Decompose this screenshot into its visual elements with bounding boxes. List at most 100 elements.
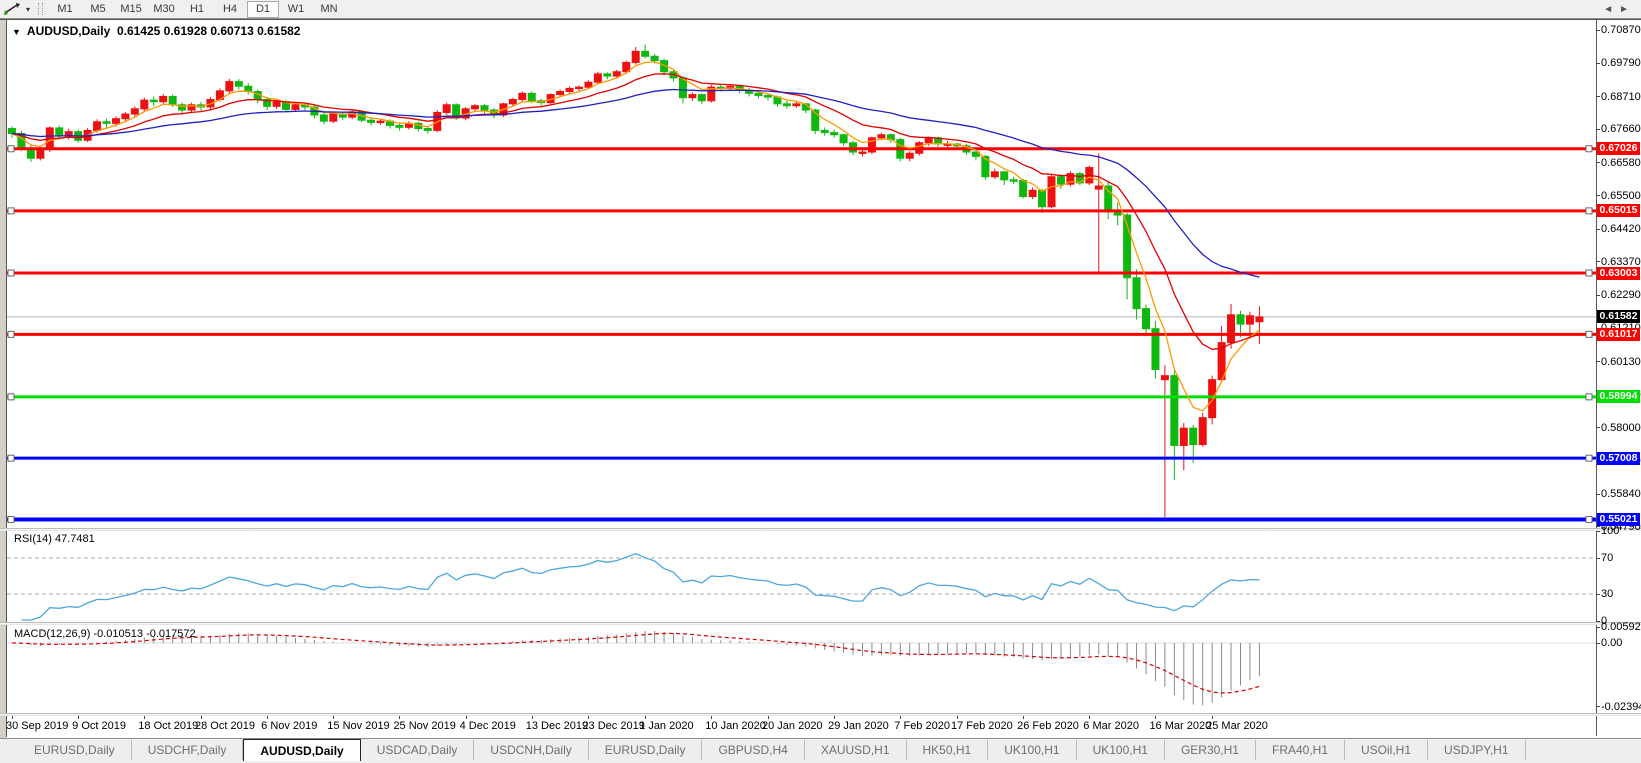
line-handle	[1586, 146, 1592, 152]
candle-body	[594, 74, 601, 82]
candle-body	[481, 106, 488, 110]
date-tick	[1212, 716, 1213, 719]
line-handle	[8, 394, 14, 400]
candle-body	[330, 114, 337, 121]
date-axis-label: 13 Dec 2019	[526, 720, 588, 732]
date-tick	[267, 716, 268, 719]
candle-body	[122, 114, 129, 119]
candle-body	[368, 120, 375, 122]
candle-body	[1133, 278, 1140, 309]
candle-body	[9, 129, 16, 134]
candle-body	[632, 51, 639, 62]
date-tick	[1023, 716, 1024, 719]
candle-body	[604, 74, 611, 76]
symbol-tab-eurusd-daily[interactable]: EURUSD,Daily	[589, 740, 703, 760]
date-tick	[834, 716, 835, 719]
symbol-tab-uk100-h1[interactable]: UK100,H1	[988, 740, 1076, 760]
rsi-label: RSI(14) 47.7481	[14, 533, 95, 545]
level-price-badge: 0.58994	[1597, 390, 1640, 403]
macd-axis-label: -0.023944	[1601, 701, 1641, 713]
price-tick	[1596, 162, 1600, 163]
rsi-tick	[1596, 558, 1600, 559]
candle-body	[94, 122, 101, 131]
symbol-tab-xauusd-h1[interactable]: XAUUSD,H1	[805, 740, 907, 760]
price-axis-label: 0.58000	[1601, 422, 1641, 434]
candle-body	[528, 93, 535, 100]
candle-body	[1190, 428, 1197, 444]
date-axis-label: 4 Dec 2019	[460, 720, 516, 732]
candle-body	[642, 51, 649, 56]
candle-body	[1020, 180, 1027, 196]
candle-body	[273, 102, 280, 107]
mt4-window: ▾ M1M5M15M30H1H4D1W1MN ▼AUDUSD,Daily 0.6…	[0, 0, 1641, 763]
price-tick	[1596, 526, 1600, 527]
candle-body	[755, 93, 762, 95]
line-handle	[8, 270, 14, 276]
date-axis-label: 29 Jan 2020	[828, 720, 889, 732]
candle-body	[859, 152, 866, 153]
symbol-tab-fra40-h1[interactable]: FRA40,H1	[1256, 740, 1345, 760]
date-axis-label: 20 Jan 2020	[762, 720, 823, 732]
symbol-tab-usdcad-daily[interactable]: USDCAD,Daily	[361, 740, 475, 760]
candle-body	[1209, 380, 1216, 418]
tab-scroll-left-icon[interactable]: ◄	[1603, 4, 1619, 15]
tab-scroll-arrows[interactable]: ◄►	[1603, 4, 1635, 15]
date-axis-label: 30 Sep 2019	[6, 720, 68, 732]
tab-scroll-right-icon[interactable]: ►	[1619, 4, 1635, 15]
date-axis-label: 16 Mar 2020	[1149, 720, 1211, 732]
macd-tick	[1596, 643, 1600, 644]
candle-body	[292, 105, 299, 110]
symbol-tab-gbpusd-h4[interactable]: GBPUSD,H4	[702, 740, 804, 760]
line-handle	[8, 208, 14, 214]
macd-label: MACD(12,26,9) -0.010513 -0.017572	[14, 628, 196, 640]
collapse-caret-icon[interactable]: ▼	[12, 27, 21, 37]
level-price-badge: 0.61017	[1597, 328, 1640, 341]
symbol-tab-usdcnh-daily[interactable]: USDCNH,Daily	[474, 740, 588, 760]
line-handle	[1586, 331, 1592, 337]
level-price-badge: 0.57008	[1597, 452, 1640, 465]
candle-body	[472, 106, 479, 109]
symbol-tab-audusd-daily[interactable]: AUDUSD,Daily	[243, 739, 360, 761]
price-tick	[1596, 30, 1600, 31]
line-handle	[8, 517, 14, 523]
candle-body	[576, 87, 583, 88]
candle-body	[906, 153, 913, 158]
symbol-tab-bar: EURUSD,DailyUSDCHF,DailyAUDUSD,DailyUSDC…	[0, 738, 1641, 763]
date-axis-label: 6 Nov 2019	[261, 720, 317, 732]
date-tick	[957, 716, 958, 719]
symbol-tab-eurusd-daily[interactable]: EURUSD,Daily	[18, 740, 132, 760]
candle-body	[1180, 428, 1187, 445]
chart-plot-area[interactable]	[0, 0, 1641, 763]
date-axis-label: 1 Jan 2020	[639, 720, 693, 732]
price-tick	[1596, 96, 1600, 97]
price-axis-label: 0.65500	[1601, 190, 1641, 202]
symbol-tab-ger30-h1[interactable]: GER30,H1	[1165, 740, 1256, 760]
date-tick	[201, 716, 202, 719]
candle-body	[56, 128, 63, 136]
price-tick	[1596, 295, 1600, 296]
chart-symbol: AUDUSD,Daily	[27, 24, 110, 38]
candle-body	[1048, 177, 1055, 207]
date-tick	[1155, 716, 1156, 719]
symbol-tab-usoil-h1[interactable]: USOil,H1	[1345, 740, 1428, 760]
date-tick	[645, 716, 646, 719]
candle-body	[1010, 180, 1017, 181]
symbol-tab-hk50-h1[interactable]: HK50,H1	[907, 740, 989, 760]
date-tick	[532, 716, 533, 719]
line-handle	[1586, 517, 1592, 523]
candle-body	[141, 100, 148, 109]
symbol-tab-usdjpy-h1[interactable]: USDJPY,H1	[1428, 740, 1525, 760]
date-axis-label: 15 Nov 2019	[327, 720, 389, 732]
date-tick	[768, 716, 769, 719]
candle-body	[765, 96, 772, 98]
price-axis-label: 0.66580	[1601, 157, 1641, 169]
level-price-badge: 0.65015	[1597, 204, 1640, 217]
candle-body	[1237, 315, 1244, 324]
symbol-tab-uk100-h1[interactable]: UK100,H1	[1077, 740, 1165, 760]
candle-body	[1161, 376, 1168, 380]
symbol-tab-usdchf-daily[interactable]: USDCHF,Daily	[132, 740, 244, 760]
line-handle	[1586, 270, 1592, 276]
candle-body	[557, 91, 564, 94]
line-handle	[1586, 455, 1592, 461]
candle-body	[651, 56, 658, 60]
